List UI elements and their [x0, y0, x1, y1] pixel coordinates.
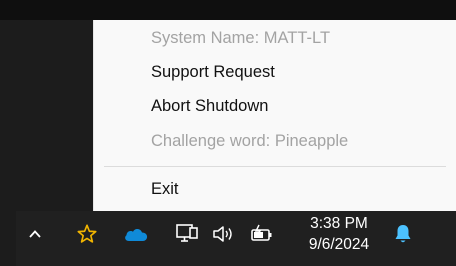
desktop-background [0, 0, 456, 20]
star-icon[interactable] [72, 211, 102, 257]
menu-item-system-name: System Name: MATT-LT [151, 29, 331, 47]
menu-item-challenge-word: Challenge word: Pineapple [151, 132, 349, 150]
menu-separator [104, 166, 446, 167]
clock-time: 3:38 PM [310, 215, 368, 232]
clock-date: 9/6/2024 [308, 236, 370, 253]
system-clock[interactable]: 3:38 PM 9/6/2024 [294, 211, 384, 257]
menu-item-support-request[interactable]: Support Request [151, 63, 275, 82]
onedrive-cloud-icon[interactable] [120, 211, 152, 257]
network-icon[interactable] [172, 211, 202, 257]
bell-icon[interactable] [388, 211, 418, 257]
battery-icon[interactable] [246, 211, 278, 257]
menu-item-abort-shutdown[interactable]: Abort Shutdown [151, 97, 268, 116]
speaker-icon[interactable] [208, 211, 238, 257]
taskbar: 3:38 PM 9/6/2024 [16, 211, 456, 266]
menu-item-exit[interactable]: Exit [151, 180, 179, 199]
tray-context-menu: System Name: MATT-LT Support Request Abo… [93, 20, 456, 211]
chevron-up-icon[interactable] [20, 211, 50, 257]
